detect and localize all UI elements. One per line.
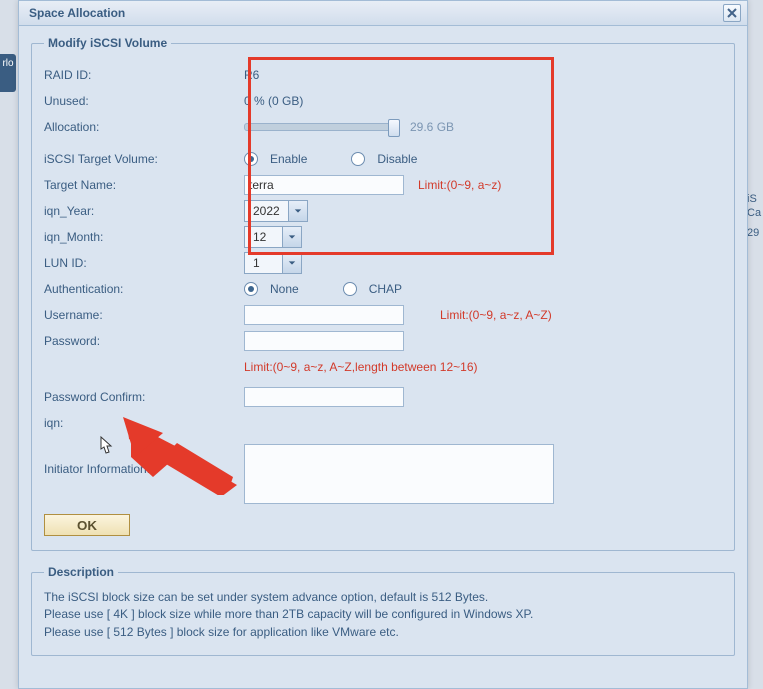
none-radio[interactable] xyxy=(244,282,258,296)
raid-id-value: R6 xyxy=(244,68,722,82)
unused-value: 0 % (0 GB) xyxy=(244,94,722,108)
ok-button[interactable]: OK xyxy=(44,514,130,536)
modify-iscsi-fieldset: Modify iSCSI Volume RAID ID: R6 Unused: … xyxy=(31,36,735,551)
target-volume-label: iSCSI Target Volume: xyxy=(44,152,244,166)
disable-radio[interactable] xyxy=(351,152,365,166)
dialog-header: Space Allocation xyxy=(19,1,747,26)
iqn-month-value: 12 xyxy=(245,230,282,244)
initiator-textarea[interactable] xyxy=(244,444,554,504)
username-input[interactable] xyxy=(244,305,404,325)
cursor-icon xyxy=(97,435,115,457)
description-line3: Please use [ 512 Bytes ] block size for … xyxy=(44,624,722,641)
unused-label: Unused: xyxy=(44,94,244,108)
enable-radio-label: Enable xyxy=(270,152,307,166)
space-allocation-dialog: Space Allocation Modify iSCSI Volume RAI… xyxy=(18,0,748,689)
description-line2: Please use [ 4K ] block size while more … xyxy=(44,606,722,623)
allocation-slider-value: 29.6 GB xyxy=(410,120,454,134)
target-name-input[interactable] xyxy=(244,175,404,195)
allocation-slider-thumb[interactable] xyxy=(388,119,400,137)
target-name-limit: Limit:(0~9, a~z) xyxy=(418,178,501,192)
chap-radio[interactable] xyxy=(343,282,357,296)
password-limit: Limit:(0~9, a~z, A~Z,length between 12~1… xyxy=(244,360,477,374)
initiator-label: Initiator Information: xyxy=(44,444,244,476)
username-label: Username: xyxy=(44,308,244,322)
iqn-year-select[interactable]: 2022 xyxy=(244,200,308,222)
allocation-slider[interactable] xyxy=(244,123,396,131)
lun-id-label: LUN ID: xyxy=(44,256,244,270)
chevron-down-icon xyxy=(282,253,301,273)
chevron-down-icon xyxy=(288,201,307,221)
close-icon xyxy=(727,8,737,18)
chevron-down-icon xyxy=(282,227,301,247)
disable-radio-label: Disable xyxy=(377,152,417,166)
lun-id-select[interactable]: 1 xyxy=(244,252,302,274)
left-edge-stub: rlo xyxy=(0,54,16,92)
dialog-body: Modify iSCSI Volume RAID ID: R6 Unused: … xyxy=(19,26,747,688)
iqn-year-label: iqn_Year: xyxy=(44,204,244,218)
password-confirm-input[interactable] xyxy=(244,387,404,407)
raid-id-label: RAID ID: xyxy=(44,68,244,82)
enable-radio[interactable] xyxy=(244,152,258,166)
password-input[interactable] xyxy=(244,331,404,351)
password-label: Password: xyxy=(44,334,244,348)
iqn-month-label: iqn_Month: xyxy=(44,230,244,244)
fieldset-legend: Modify iSCSI Volume xyxy=(44,36,171,50)
auth-label: Authentication: xyxy=(44,282,244,296)
description-legend: Description xyxy=(44,565,118,579)
password-confirm-label: Password Confirm: xyxy=(44,390,244,404)
description-fieldset: Description The iSCSI block size can be … xyxy=(31,565,735,656)
allocation-label: Allocation: xyxy=(44,120,244,134)
chap-radio-label: CHAP xyxy=(369,282,402,296)
target-name-label: Target Name: xyxy=(44,178,244,192)
close-button[interactable] xyxy=(723,4,741,22)
dialog-title: Space Allocation xyxy=(29,1,125,25)
right-edge-stub: iS Ca 29 xyxy=(747,192,763,240)
iqn-label: iqn: xyxy=(44,416,244,430)
username-limit: Limit:(0~9, a~z, A~Z) xyxy=(440,308,552,322)
none-radio-label: None xyxy=(270,282,299,296)
lun-id-value: 1 xyxy=(245,256,282,270)
iqn-month-select[interactable]: 12 xyxy=(244,226,302,248)
iqn-year-value: 2022 xyxy=(245,204,288,218)
